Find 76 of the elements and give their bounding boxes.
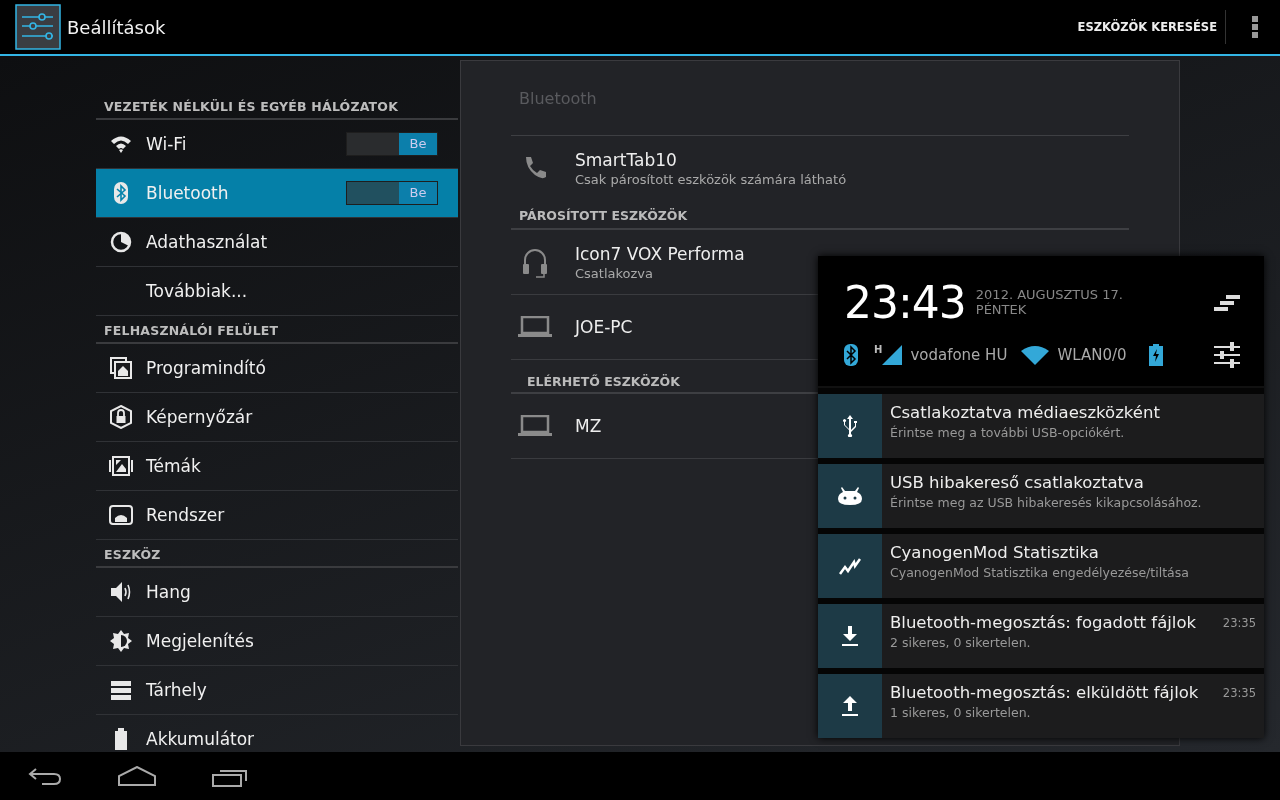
- pie-chart-icon: [110, 231, 132, 253]
- notification-item[interactable]: CyanogenMod Statisztika CyanogenMod Statisztika engedélyezése/tiltása: [818, 534, 1264, 598]
- device-name: MZ: [575, 416, 602, 436]
- notification-text: Érintse meg az USB hibakeresés kikapcsolásához.: [890, 495, 1203, 510]
- signal-icon: [882, 345, 903, 365]
- settings-item[interactable]: Megjelenítés: [96, 617, 458, 666]
- notification-time: 23:35: [1222, 615, 1257, 632]
- trend-line-icon: [839, 557, 861, 575]
- back-icon: [28, 766, 62, 786]
- bluetooth-icon: [844, 344, 858, 366]
- device-item[interactable]: JOE-PC: [511, 295, 633, 359]
- section-header: ESZKÖZ: [96, 542, 458, 568]
- date-text: 2012. AUGUSZTUS 17.: [975, 287, 1124, 302]
- device-item[interactable]: SmartTab10 Csak párosított eszközök számára látható: [511, 136, 847, 200]
- section-header: PÁROSÍTOTT ESZKÖZÖK: [511, 200, 1129, 230]
- storage-icon: [110, 680, 132, 700]
- android-head-icon: [838, 487, 862, 505]
- device-name: JOE-PC: [575, 317, 633, 337]
- device-item[interactable]: Icon7 VOX Performa Csatlakozva: [511, 230, 745, 294]
- lock-icon: [110, 405, 132, 429]
- notification-text: Érintse meg a további USB-opciókért.: [890, 425, 1126, 440]
- notification-title: Csatlakoztatva médiaeszközként: [890, 403, 1161, 422]
- wifi-icon: [109, 134, 133, 154]
- settings-item[interactable]: Programindító: [96, 344, 458, 393]
- notification-item[interactable]: USB hibakereső csatlakoztatva Érintse meg az USB hibakeresés kikapcsolásához.: [818, 464, 1264, 528]
- search-devices-button[interactable]: ESZKÖZÖK KERESÉSE: [1069, 0, 1225, 54]
- brightness-icon: [110, 630, 132, 652]
- speaker-icon: [109, 581, 133, 603]
- notification-time: 23:35: [1222, 685, 1257, 702]
- network-type: H: [874, 344, 883, 355]
- device-status: Csatlakozva: [575, 265, 654, 281]
- device-status: Csak párosított eszközök számára látható: [575, 171, 847, 187]
- battery-icon: [1148, 344, 1163, 366]
- settings-item[interactable]: Rendszer: [96, 491, 458, 540]
- settings-item[interactable]: Hang: [96, 568, 458, 617]
- notification-item[interactable]: Bluetooth-megosztás: fogadott fájlok 2 sikeres, 0 sikertelen. 23:35: [818, 604, 1264, 668]
- download-icon: [842, 626, 858, 646]
- notification-text: CyanogenMod Statisztika engedélyezése/tiltása: [890, 565, 1190, 580]
- wifi-icon: [1021, 345, 1050, 365]
- notification-item[interactable]: Bluetooth-megosztás: elküldött fájlok 1 sikeres, 0 sikertelen. 23:35: [818, 674, 1264, 738]
- app-title: Beállítások: [67, 16, 167, 38]
- robot-window-icon: [109, 505, 133, 525]
- settings-item[interactable]: Bluetooth Be: [96, 169, 458, 218]
- home-icon: [118, 766, 156, 786]
- notification-item[interactable]: Csatlakoztatva médiaeszközként Érintse meg a további USB-opciókért.: [818, 394, 1264, 458]
- clock-time: 23:43: [844, 278, 966, 328]
- laptop-icon: [518, 415, 552, 437]
- bluetooth-icon: [113, 181, 129, 205]
- notification-title: Bluetooth-megosztás: elküldött fájlok: [890, 683, 1200, 702]
- settings-item[interactable]: Továbbiak...: [96, 267, 458, 316]
- device-name: Icon7 VOX Performa: [575, 243, 745, 264]
- device-item[interactable]: MZ: [511, 394, 602, 458]
- usb-icon: [843, 415, 857, 437]
- picture-frame-icon: [108, 456, 134, 476]
- notification-title: Bluetooth-megosztás: fogadott fájlok: [890, 613, 1198, 632]
- settings-item[interactable]: Adathasználat: [96, 218, 458, 267]
- battery-icon: [114, 728, 128, 750]
- clear-all-icon[interactable]: [1214, 294, 1240, 312]
- device-name: SmartTab10: [575, 149, 678, 170]
- settings-item[interactable]: Témák: [96, 442, 458, 491]
- more-icon: [1252, 16, 1258, 38]
- weekday-text: PÉNTEK: [975, 302, 1028, 317]
- laptop-icon: [518, 316, 552, 338]
- section-header: VEZETÉK NÉLKÜLI ÉS EGYÉB HÁLÓZATOK: [96, 94, 458, 120]
- section-header: FELHASZNÁLÓI FELÜLET: [96, 318, 458, 344]
- headset-icon: [520, 246, 550, 278]
- settings-item[interactable]: Tárhely: [96, 666, 458, 715]
- notification-title: CyanogenMod Statisztika: [890, 543, 1100, 562]
- settings-icon: [15, 4, 61, 50]
- notification-title: USB hibakereső csatlakoztatva: [890, 473, 1145, 492]
- home-screen-icon: [110, 357, 132, 379]
- notification-text: 2 sikeres, 0 sikertelen.: [890, 635, 1032, 650]
- settings-item[interactable]: Képernyőzár: [96, 393, 458, 442]
- notification-text: 1 sikeres, 0 sikertelen.: [890, 705, 1032, 720]
- upload-icon: [842, 696, 858, 716]
- settings-sliders-icon[interactable]: [1214, 342, 1240, 368]
